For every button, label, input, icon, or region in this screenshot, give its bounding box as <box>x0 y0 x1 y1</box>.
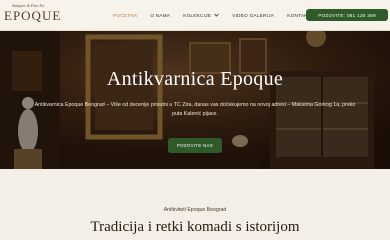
section-eyebrow: Antikviteti Epoque Beograd <box>163 207 227 213</box>
nav-item-label: O NAMA <box>150 12 171 18</box>
nav-item-label: KOLEKCIJE <box>183 12 212 18</box>
nav-item-kolekcije[interactable]: KOLEKCIJE <box>183 12 220 18</box>
logo-name: EPOQUE <box>4 8 62 23</box>
hero-description: Antikvarnica Epoque Beograd – Više od de… <box>34 102 356 117</box>
nav-item-label: VIDEO GALERIJA <box>232 12 275 18</box>
call-button[interactable]: POZOVITE: 061 130 369 <box>306 9 388 21</box>
nav-item-label: POČETNA <box>113 12 138 18</box>
chevron-down-icon <box>214 13 220 17</box>
nav-item-video-galerija[interactable]: VIDEO GALERIJA <box>232 13 274 18</box>
logo[interactable]: Antiques & Fine Art EPOQUE <box>4 3 62 27</box>
main-nav: POČETNA O NAMA KOLEKCIJE VIDEO GALERIJA … <box>113 0 324 30</box>
nav-item-pocetna[interactable]: POČETNA <box>113 13 137 18</box>
section-heading: Tradicija i retki komadi s istorijom <box>90 219 300 235</box>
hero-section: Antikvarnica Epoque Antikvarnica Epoque … <box>0 31 390 169</box>
call-us-button[interactable]: POZOVITE NAS <box>168 138 222 153</box>
nav-item-o-nama[interactable]: O NAMA <box>150 13 170 18</box>
site-header: Antiques & Fine Art EPOQUE POČETNA O NAM… <box>0 0 390 31</box>
hero-title: Antikvarnica Epoque <box>106 68 284 90</box>
